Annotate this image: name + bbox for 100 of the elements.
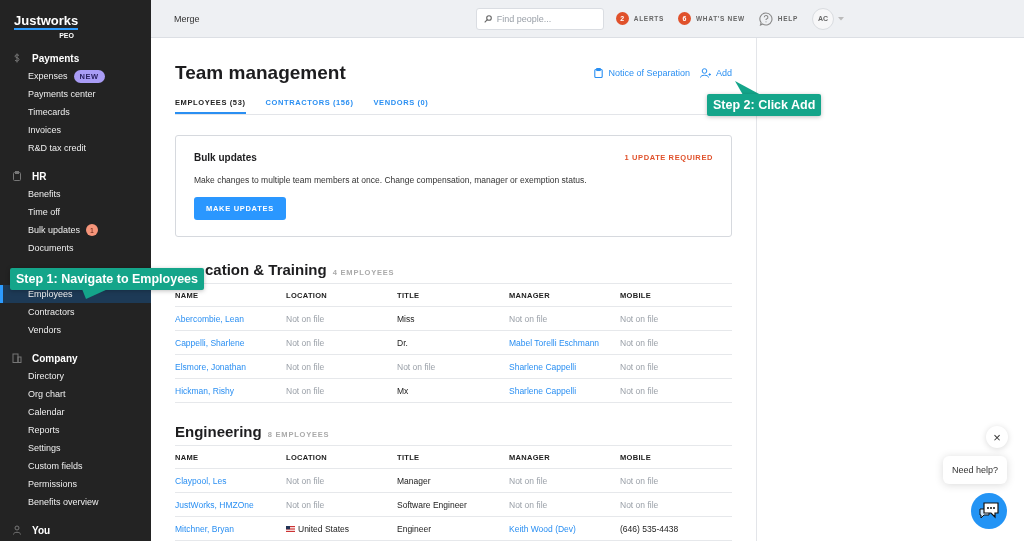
table-cell-text: Engineer xyxy=(397,523,433,534)
chat-button[interactable] xyxy=(971,493,1007,529)
group-heading: Engineering xyxy=(175,423,262,440)
nav-item[interactable]: Timecards xyxy=(0,103,151,121)
nav-label: Benefits overview xyxy=(28,497,99,507)
table-cell-text: Not on file xyxy=(620,361,660,372)
card-text: Make changes to multiple team members at once. Change compensation, manager or exemption status. xyxy=(194,175,587,185)
table-cell-text: Not on file xyxy=(620,385,660,396)
nav-label: Settings xyxy=(28,443,61,453)
table-cell-text: Not on file xyxy=(620,337,660,348)
employee-link[interactable]: Sharlene Cappelli xyxy=(509,385,620,396)
nav-item[interactable]: Directory xyxy=(0,367,151,385)
nav-item[interactable]: Benefits overview xyxy=(0,493,151,511)
help-icon xyxy=(758,11,773,26)
employee-link[interactable]: Cappelli, Sharlene xyxy=(175,337,286,348)
nav-label: Contractors xyxy=(28,307,75,317)
employee-link[interactable]: Mabel Torelli Eschmann xyxy=(509,337,620,348)
nav-item[interactable]: Custom fields xyxy=(0,457,151,475)
nav-label: Time off xyxy=(28,207,60,217)
nav-item[interactable]: Benefits xyxy=(0,185,151,203)
employee-link[interactable]: Abercombie, Lean xyxy=(175,313,286,324)
table-cell-text: Not on file xyxy=(620,475,660,486)
group-heading: cation & Training xyxy=(205,261,327,278)
table-cell-text: Mx xyxy=(397,385,410,396)
table-cell-text: Not on file xyxy=(509,475,549,486)
clipboard-icon xyxy=(12,171,22,181)
nav-label: Timecards xyxy=(28,107,70,117)
nav-label: Documents xyxy=(28,243,74,253)
table-cell-text: Not on file xyxy=(286,337,326,348)
table-cell-text: Not on file xyxy=(286,475,326,486)
nav-label: Calendar xyxy=(28,407,65,417)
table-cell-text: Not on file xyxy=(620,313,660,324)
page-title: Team management xyxy=(175,62,347,84)
nav-item[interactable]: Documents xyxy=(0,239,151,257)
add-person-icon xyxy=(700,68,711,78)
employee-link[interactable]: Keith Wood (Dev) xyxy=(509,523,620,534)
nav-label: Expenses xyxy=(28,71,68,81)
caret-icon xyxy=(838,16,844,21)
table-cell-text: Not on file xyxy=(397,361,437,372)
nav-label: Vendors xyxy=(28,325,62,335)
nav-item[interactable]: Reports xyxy=(0,421,151,439)
search-field[interactable]: Find people... xyxy=(475,7,604,30)
nav-item[interactable]: Invoices xyxy=(0,121,151,139)
nav-item[interactable]: Payments center xyxy=(0,85,151,103)
nav-label: Directory xyxy=(28,371,64,381)
nav-label: Benefits xyxy=(28,189,61,199)
nav-item[interactable]: Calendar xyxy=(0,403,151,421)
nav-label: Custom fields xyxy=(28,461,83,471)
section-heading: You xyxy=(32,524,51,536)
table-cell-text: Not on file xyxy=(286,499,326,510)
clipboard-icon xyxy=(594,68,604,78)
card-title: Bulk updates xyxy=(194,152,258,163)
nav-label: Invoices xyxy=(28,125,62,135)
close-button[interactable]: × xyxy=(986,426,1008,448)
brand-logo[interactable]: Justworks xyxy=(14,14,79,30)
nav-label: Employees xyxy=(28,289,73,299)
employee-link[interactable]: Sharlene Cappelli xyxy=(509,361,620,372)
nav-item[interactable]: Vendors xyxy=(0,321,151,339)
table-cell-text: Not on file xyxy=(620,499,660,510)
nav-item[interactable]: Time off xyxy=(0,203,151,221)
table-cell-text: (646) 535-4438 xyxy=(620,523,680,534)
nav-label: Org chart xyxy=(28,389,66,399)
building-icon xyxy=(12,353,22,363)
nav-item[interactable]: Contractors xyxy=(0,303,151,321)
nav-item[interactable]: Settings xyxy=(0,439,151,457)
table-cell-text: Manager xyxy=(397,475,432,486)
action-link[interactable]: Notice of Separation xyxy=(594,68,690,78)
company-name: Merge xyxy=(174,13,201,24)
nav-label: Reports xyxy=(28,425,60,435)
action-link[interactable]: Add xyxy=(700,68,732,78)
help-bubble: Need help? xyxy=(943,456,1007,484)
person-icon xyxy=(12,525,22,535)
employee-link[interactable]: Hickman, Rishy xyxy=(175,385,286,396)
table-cell-text: Not on file xyxy=(509,313,549,324)
employee-link[interactable]: Claypool, Les xyxy=(175,475,286,486)
nav-label: Payments center xyxy=(28,89,96,99)
table-cell-text: Not on file xyxy=(286,361,326,372)
callout-pointer xyxy=(82,289,108,299)
search-icon xyxy=(483,14,492,23)
table-cell-text: Software Engineer xyxy=(397,499,468,510)
employee-link[interactable]: Elsmore, Jonathan xyxy=(175,361,286,372)
table-cell: United States xyxy=(298,523,350,534)
flag-icon xyxy=(286,525,295,532)
nav-label: R&D tax credit xyxy=(28,143,87,153)
table-cell-text: Dr. xyxy=(397,337,409,348)
employee-link[interactable]: Mitchner, Bryan xyxy=(175,523,286,534)
nav-label: Permissions xyxy=(28,479,77,489)
section-heading: Payments xyxy=(32,52,80,64)
chat-icon xyxy=(978,501,1000,521)
table-cell-text: Miss xyxy=(397,313,416,324)
nav-item[interactable]: R&D tax credit xyxy=(0,139,151,157)
employee-link[interactable]: JustWorks, HMZOne xyxy=(175,499,286,510)
nav-label: Bulk updates xyxy=(28,225,81,235)
section-heading: Company xyxy=(32,352,78,364)
table-cell-text: Not on file xyxy=(509,499,549,510)
table-cell-text: Not on file xyxy=(286,313,326,324)
nav-item[interactable]: Org chart xyxy=(0,385,151,403)
dollar-icon xyxy=(12,53,22,63)
section-heading: HR xyxy=(32,170,47,182)
nav-item[interactable]: Permissions xyxy=(0,475,151,493)
